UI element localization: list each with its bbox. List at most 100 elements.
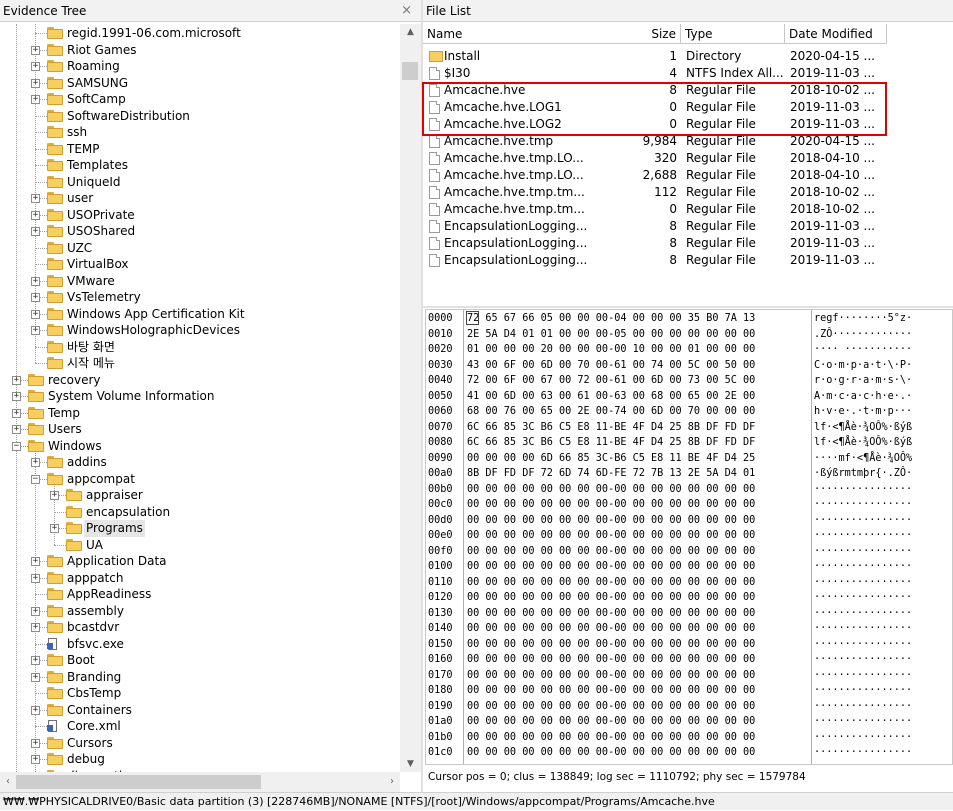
tree-horizontal-scrollbar[interactable]: ‹ › — [0, 772, 400, 792]
expand-icon[interactable]: + — [12, 392, 21, 401]
tree-item[interactable]: bfsvc.exe — [0, 636, 400, 653]
tree-item[interactable]: encapsulation — [0, 504, 400, 521]
tree-item[interactable]: + Roaming — [0, 58, 400, 75]
scroll-up-icon[interactable]: ▲ — [400, 24, 421, 40]
tree-item[interactable]: CbsTemp — [0, 685, 400, 702]
tree-item[interactable]: + Cursors — [0, 735, 400, 752]
tree-item[interactable]: UniqueId — [0, 174, 400, 191]
tree-item[interactable]: + Boot — [0, 652, 400, 669]
tree-item[interactable]: + user — [0, 190, 400, 207]
expand-icon[interactable]: + — [31, 606, 40, 616]
tree-item[interactable]: VirtualBox — [0, 256, 400, 273]
tree-item[interactable]: + Branding — [0, 669, 400, 686]
pane-splitter[interactable] — [423, 306, 953, 308]
scroll-left-icon[interactable]: ‹ — [0, 772, 16, 792]
tree-item-label: USOPrivate — [67, 207, 135, 222]
expand-icon[interactable]: + — [31, 656, 40, 665]
file-row[interactable]: Install 1 Directory 2020-04-15 ... — [423, 48, 953, 65]
file-row[interactable]: $I30 4 NTFS Index All... 2019-11-03 ... — [423, 65, 953, 82]
tree-item[interactable]: + System Volume Information — [0, 388, 400, 405]
expand-icon[interactable]: + — [31, 62, 40, 71]
expand-icon[interactable]: + — [31, 309, 40, 319]
hex-view[interactable]: 0000 72 65 67 66 05 00 00 00-04 00 00 00 … — [425, 309, 953, 765]
file-row[interactable]: Amcache.hve.tmp.LO... 2,688 Regular File 20… — [423, 167, 953, 184]
expand-icon[interactable]: + — [31, 227, 40, 236]
tree-item[interactable]: ssh — [0, 124, 400, 141]
tree-item[interactable]: UA — [0, 537, 400, 554]
scroll-thumb[interactable] — [16, 775, 261, 789]
tree-vertical-scrollbar[interactable]: ▲ ▼ — [400, 24, 421, 772]
expand-icon[interactable]: + — [12, 408, 21, 418]
expand-icon[interactable]: + — [31, 573, 40, 583]
file-row[interactable]: Amcache.hve.tmp.LO... 320 Regular File 2018… — [423, 150, 953, 167]
scroll-down-icon[interactable]: ▼ — [400, 756, 421, 772]
tree-item[interactable]: + Windows App Certification Kit — [0, 306, 400, 323]
tree-item[interactable]: AppReadiness — [0, 586, 400, 603]
tree-item[interactable]: + USOPrivate — [0, 207, 400, 224]
tree-item[interactable]: − Windows — [0, 438, 400, 455]
expand-icon[interactable]: + — [31, 293, 40, 302]
scroll-right-icon[interactable]: › — [384, 772, 400, 792]
tree-item[interactable]: UZC — [0, 240, 400, 257]
tree-item[interactable]: + addins — [0, 454, 400, 471]
expand-icon[interactable]: + — [12, 375, 21, 385]
expand-icon[interactable]: + — [31, 557, 40, 566]
tree-item[interactable]: + Temp — [0, 405, 400, 422]
file-row[interactable]: Amcache.hve.tmp.tm... 0 Regular File 2018-1… — [423, 201, 953, 218]
tree-item[interactable]: + assembly — [0, 603, 400, 620]
expand-icon[interactable]: + — [31, 705, 40, 715]
tree-item[interactable]: Core.xml — [0, 718, 400, 735]
expand-icon[interactable]: + — [31, 458, 40, 467]
column-header-date[interactable]: Date Modified — [785, 24, 887, 44]
folder-icon — [47, 76, 63, 89]
expand-icon[interactable]: + — [31, 755, 40, 764]
tree-item[interactable]: + recovery — [0, 372, 400, 389]
tree-item[interactable]: + USOShared — [0, 223, 400, 240]
expand-icon[interactable]: + — [31, 95, 40, 104]
tree-item[interactable]: 바탕 화면 — [0, 339, 400, 356]
tree-item[interactable]: + Application Data — [0, 553, 400, 570]
expand-icon[interactable]: + — [31, 210, 40, 220]
expand-icon[interactable]: + — [31, 326, 40, 335]
tree-item[interactable]: + SAMSUNG — [0, 75, 400, 92]
tree-item[interactable]: + Containers — [0, 702, 400, 719]
tree-item[interactable]: + bcastdvr — [0, 619, 400, 636]
expand-icon[interactable]: + — [31, 623, 40, 632]
expand-icon[interactable]: + — [31, 78, 40, 88]
collapse-icon[interactable]: − — [12, 441, 21, 451]
tree-item[interactable]: SoftwareDistribution — [0, 108, 400, 125]
file-row[interactable]: Amcache.hve.tmp.tm... 112 Regular File 2018… — [423, 184, 953, 201]
tree-item[interactable]: + appraiser — [0, 487, 400, 504]
tree-item[interactable]: + WindowsHolographicDevices — [0, 322, 400, 339]
expand-icon[interactable]: + — [31, 672, 40, 682]
hex-offset: 0100 — [428, 561, 453, 572]
expand-icon[interactable]: + — [31, 276, 40, 286]
tree-item[interactable]: + Riot Games — [0, 42, 400, 59]
expand-icon[interactable]: + — [31, 45, 40, 55]
tree-item[interactable]: 시작 메뉴 — [0, 355, 400, 372]
scroll-thumb[interactable] — [402, 62, 418, 80]
tree-item[interactable]: + Programs — [0, 520, 400, 537]
expand-icon[interactable]: + — [50, 491, 59, 500]
tree-item[interactable]: + debug — [0, 751, 400, 768]
file-row[interactable]: EncapsulationLogging... 8 Regular File 2019… — [423, 218, 953, 235]
collapse-icon[interactable]: − — [31, 474, 40, 484]
expand-icon[interactable]: + — [31, 194, 40, 203]
file-row[interactable]: EncapsulationLogging... 8 Regular File 2019… — [423, 252, 953, 269]
expand-icon[interactable]: + — [12, 425, 21, 434]
close-icon[interactable]: × — [401, 0, 412, 22]
expand-icon[interactable]: + — [50, 524, 59, 533]
tree-item[interactable]: + VMware — [0, 273, 400, 290]
column-header-size[interactable]: Size — [603, 24, 681, 44]
tree-item[interactable]: − appcompat — [0, 471, 400, 488]
tree-item[interactable]: regid.1991-06.com.microsoft — [0, 25, 400, 42]
tree-item[interactable]: + VsTelemetry — [0, 289, 400, 306]
expand-icon[interactable]: + — [31, 738, 40, 748]
file-row[interactable]: EncapsulationLogging... 8 Regular File 2019… — [423, 235, 953, 252]
column-header-type[interactable]: Type — [681, 24, 785, 44]
tree-item[interactable]: + SoftCamp — [0, 91, 400, 108]
tree-item[interactable]: Templates — [0, 157, 400, 174]
tree-item[interactable]: + apppatch — [0, 570, 400, 587]
tree-item[interactable]: TEMP — [0, 141, 400, 158]
tree-item[interactable]: + Users — [0, 421, 400, 438]
